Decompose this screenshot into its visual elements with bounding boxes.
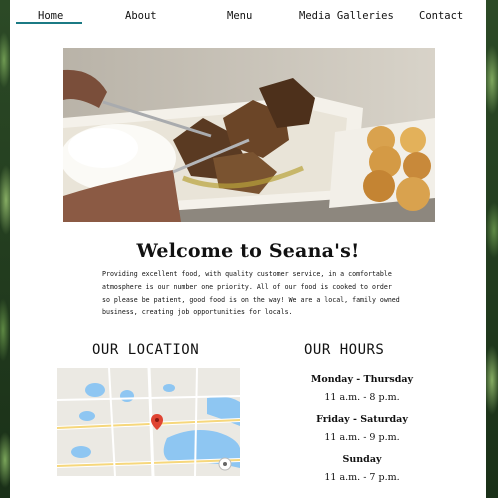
nav-active-indicator <box>16 22 82 24</box>
hours-time: 11 a.m. - 8 p.m. <box>324 392 400 403</box>
location-heading: OUR LOCATION <box>92 342 200 358</box>
nav-home[interactable]: Home <box>38 10 63 22</box>
hours-day: Friday - Saturday <box>316 414 408 425</box>
nav-menu[interactable]: Menu <box>227 10 252 22</box>
hero-food-image <box>63 48 435 222</box>
hours-day: Monday - Thursday <box>310 374 414 385</box>
nav-contact[interactable]: Contact <box>419 10 463 22</box>
hours-heading: OUR HOURS <box>304 342 385 358</box>
hours-time: 11 a.m. - 9 p.m. <box>324 432 400 443</box>
map-illustration <box>57 368 240 476</box>
page-container: Home About Menu Media Galleries Contact <box>10 0 486 498</box>
hours-list: Monday - Thursday 11 a.m. - 8 p.m. Frida… <box>272 372 452 492</box>
food-illustration <box>63 48 435 222</box>
hours-time: 11 a.m. - 7 p.m. <box>324 472 400 483</box>
nav-about[interactable]: About <box>125 10 157 22</box>
top-nav: Home About Menu Media Galleries Contact <box>10 0 486 30</box>
page-title: Welcome to Seana's! <box>136 240 360 262</box>
intro-paragraph: Providing excellent food, with quality c… <box>102 270 400 317</box>
hours-day: Sunday <box>342 454 382 465</box>
nav-media-galleries[interactable]: Media Galleries <box>299 10 394 22</box>
location-map[interactable] <box>57 368 240 476</box>
